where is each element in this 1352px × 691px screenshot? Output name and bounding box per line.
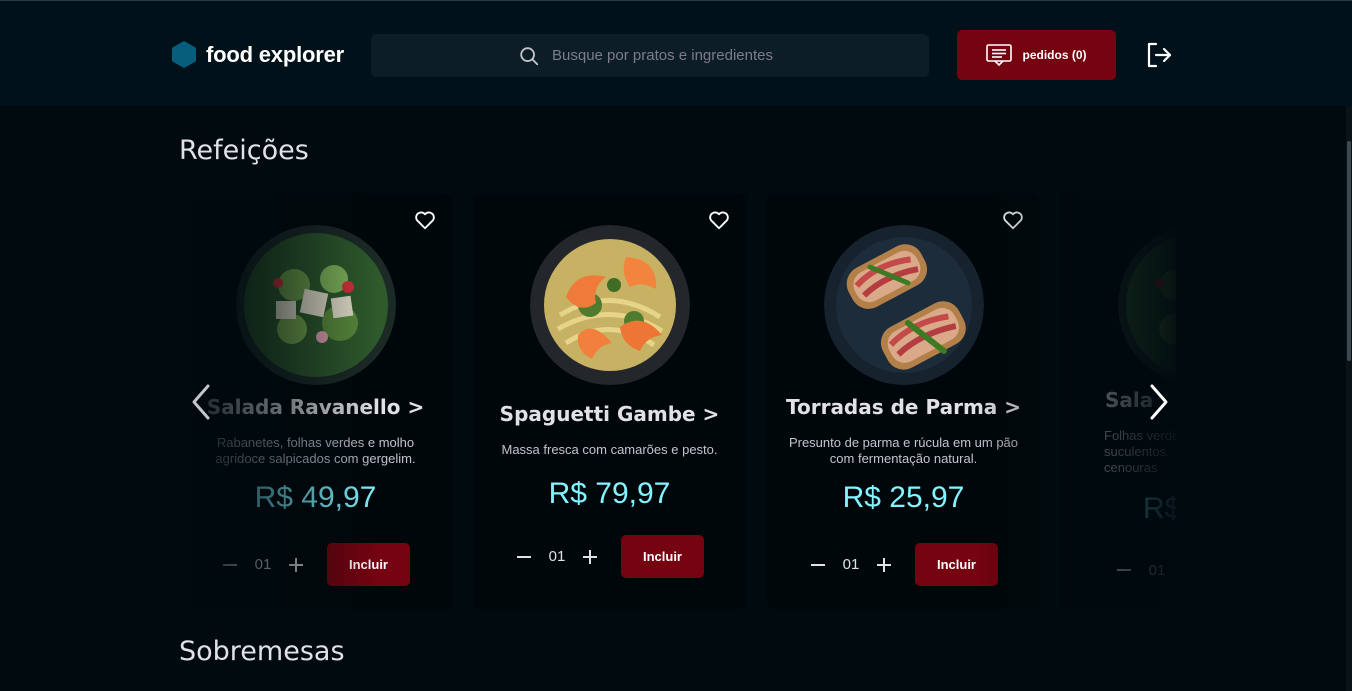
meals-carousel: Salada Ravanello > Rabanetes, folhas ver…: [179, 193, 1176, 610]
section-title-meals: Refeições: [179, 135, 309, 166]
meal-price: R$ 79,97: [548, 477, 671, 510]
include-button[interactable]: Incluir: [621, 535, 704, 578]
orders-label: pedidos (0): [1022, 48, 1087, 62]
quantity-value: 01: [1148, 561, 1166, 579]
meal-description: Presunto de parma e rúcula em um pão com…: [788, 435, 1019, 466]
quantity-value: 01: [548, 548, 566, 565]
dish-image[interactable]: [235, 225, 396, 385]
chevron-right-icon[interactable]: [1148, 382, 1172, 422]
meal-description: Rabanetes, folhas verdes e molho agridoc…: [215, 435, 416, 466]
meal-card: Torradas de Parma > Presunto de parma e …: [767, 193, 1040, 609]
quantity-controls: 01 Incluir: [473, 535, 746, 578]
hexagon-icon: [172, 41, 196, 68]
sign-out-icon[interactable]: [1145, 41, 1173, 69]
meal-price: R$ 49,97: [254, 481, 377, 514]
minus-icon[interactable]: [1115, 561, 1133, 579]
search-bar[interactable]: [371, 34, 929, 77]
brand-name: food explorer: [206, 41, 344, 67]
header: food explorer pedidos (0): [0, 0, 1352, 106]
meal-name[interactable]: Torradas de Parma >: [767, 395, 1040, 419]
meal-name[interactable]: Spaguetti Gambe >: [473, 402, 746, 426]
include-button[interactable]: Incluir: [327, 543, 410, 586]
minus-icon[interactable]: [809, 556, 827, 574]
dish-image[interactable]: [1117, 225, 1177, 385]
orders-button[interactable]: pedidos (0): [957, 30, 1116, 80]
page-scrollbar[interactable]: [1346, 106, 1352, 691]
quantity-controls: 01: [1061, 561, 1176, 579]
section-title-desserts: Sobremesas: [179, 636, 345, 667]
meal-card: Spaguetti Gambe > Massa fresca com camar…: [473, 193, 746, 609]
brand[interactable]: food explorer: [172, 41, 344, 68]
quantity-value: 01: [842, 556, 860, 573]
meal-price: R$: [1143, 492, 1176, 525]
meal-name[interactable]: Salada Ravanello >: [179, 395, 452, 419]
heart-icon[interactable]: [708, 209, 730, 231]
meal-price: R$ 25,97: [842, 481, 965, 514]
meal-card: Salada Ravanello > Rabanetes, folhas ver…: [179, 193, 452, 609]
receipt-icon: [986, 44, 1013, 66]
minus-icon[interactable]: [221, 556, 239, 574]
dish-image[interactable]: [529, 225, 690, 385]
heart-icon[interactable]: [414, 209, 436, 231]
quantity-value: 01: [254, 556, 272, 573]
meal-description: Folhas verde suculentos, cenouras: [1104, 428, 1176, 475]
plus-icon[interactable]: [581, 548, 599, 566]
quantity-controls: 01 Incluir: [767, 543, 1040, 586]
dish-image[interactable]: [823, 225, 984, 385]
heart-icon[interactable]: [1002, 209, 1024, 231]
minus-icon[interactable]: [515, 548, 533, 566]
plus-icon[interactable]: [287, 556, 305, 574]
search-icon: [520, 46, 539, 65]
search-input[interactable]: [552, 47, 782, 64]
include-button[interactable]: Incluir: [915, 543, 998, 586]
quantity-controls: 01 Incluir: [179, 543, 452, 586]
plus-icon[interactable]: [875, 556, 893, 574]
chevron-left-icon[interactable]: [188, 382, 212, 422]
meal-description: Massa fresca com camarões e pesto.: [501, 442, 718, 457]
